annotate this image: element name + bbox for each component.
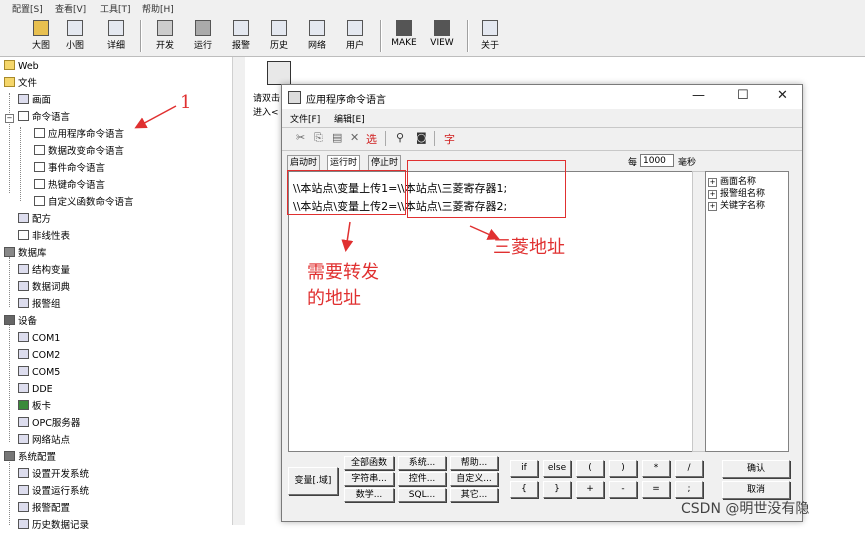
annotation-address-of: 的地址 (307, 288, 361, 309)
annotation-number: 1 (180, 92, 192, 113)
watermark: CSDN @明世没有隐 (681, 501, 810, 517)
annotation-needs-forward: 需要转发 (307, 262, 379, 283)
arrow-to-app-command (134, 105, 177, 129)
arrow-to-forward-label (341, 221, 354, 252)
annotation-mitsubishi-address: 三菱地址 (493, 237, 565, 258)
annotation-arrows (134, 105, 500, 252)
